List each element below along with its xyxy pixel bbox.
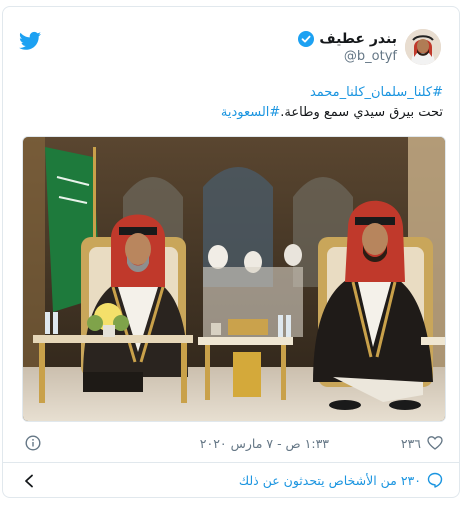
author-name-row[interactable]: بندر عطيف (298, 29, 397, 49)
avatar-image (405, 29, 441, 65)
tweet-text: #كلنا_سلمان_كلنا_محمد تحت بيرق سيدي سمع … (23, 83, 443, 123)
like-action[interactable]: ٢٣٦ (401, 435, 443, 451)
avatar[interactable] (405, 29, 441, 65)
chevron-left-icon[interactable] (23, 474, 35, 488)
verified-badge-icon (298, 31, 315, 47)
heart-icon (427, 436, 443, 450)
people-talking-link[interactable]: ٢٣٠ من الأشخاص يتحدثون عن ذلك (239, 473, 421, 488)
author-display-name[interactable]: بندر عطيف (319, 31, 397, 47)
tweet-photo[interactable] (22, 136, 446, 422)
hashtag-link[interactable]: #كلنا_سلمان_كلنا_محمد (310, 85, 443, 100)
like-count: ٢٣٦ (400, 435, 421, 451)
tweet-header: بندر عطيف @b_otyf (3, 7, 459, 73)
info-icon[interactable] (25, 435, 41, 451)
tweet-embed-card: بندر عطيف @b_otyf #كلنا_سلمان_كلنا_محمد … (2, 6, 460, 498)
author-handle[interactable]: @b_otyf (344, 49, 397, 64)
tweet-body-text: تحت بيرق سيدي سمع وطاعة. (280, 105, 443, 120)
tweet-footer[interactable]: ٢٣٠ من الأشخاص يتحدثون عن ذلك (3, 463, 459, 498)
talking-about-row[interactable]: ٢٣٠ من الأشخاص يتحدثون عن ذلك (239, 472, 443, 488)
hashtag-link-saudi[interactable]: #السعودية (221, 105, 280, 120)
tweet-meta: ١:٣٣ ص - ٧ مارس ٢٠٢٠ ٢٣٦ (3, 432, 459, 456)
tweet-timestamp[interactable]: ١:٣٣ ص - ٧ مارس ٢٠٢٠ (200, 436, 329, 451)
reply-bubble-icon (427, 472, 443, 488)
twitter-bird-icon[interactable] (19, 31, 41, 51)
photo-image (23, 137, 445, 421)
